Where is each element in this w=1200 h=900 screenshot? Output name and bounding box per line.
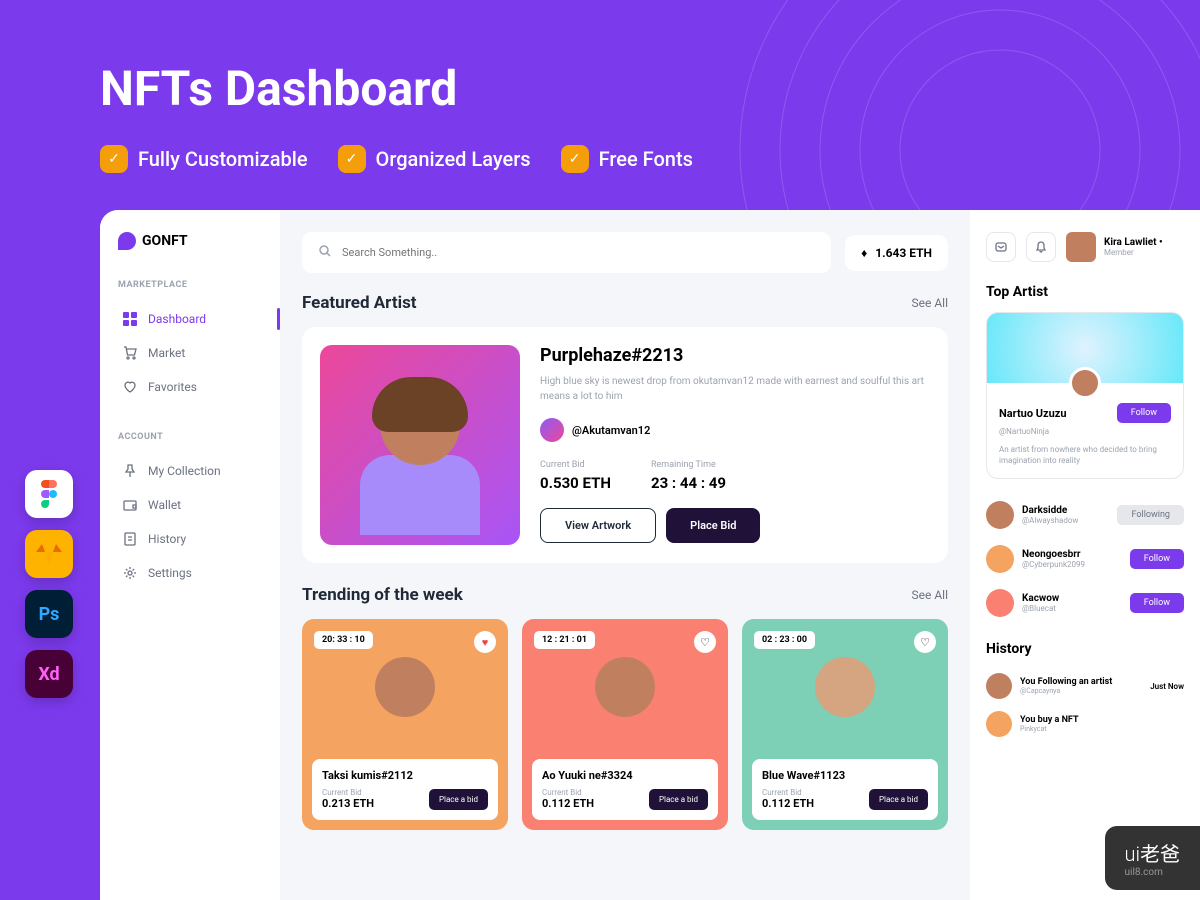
gear-icon [122, 565, 138, 581]
grid-icon [122, 311, 138, 327]
trend-timer: 20: 33 : 10 [314, 631, 373, 649]
figma-icon [25, 470, 73, 518]
user-avatar [1066, 232, 1096, 262]
nav-history[interactable]: History [118, 522, 262, 556]
trending-card[interactable]: 12 : 21 : 01 ♡ Ao Yuuki ne#3324 Current … [522, 619, 728, 830]
nft-description: High blue sky is newest drop from okutam… [540, 374, 930, 404]
top-artist-card[interactable]: Nartuo UzuzuFollow @NartuoNinja An artis… [986, 312, 1184, 479]
sketch-icon [25, 530, 73, 578]
avatar [986, 589, 1014, 617]
featured-card: Purplehaze#2213 High blue sky is newest … [302, 327, 948, 563]
inbox-button[interactable] [986, 232, 1016, 262]
search-box[interactable] [302, 232, 831, 273]
app-icons-column: Ps Xd [25, 470, 73, 698]
eth-balance[interactable]: ♦1.643 ETH [845, 235, 948, 271]
heart-icon [122, 379, 138, 395]
avatar [986, 545, 1014, 573]
sidebar: GONFT MARKETPLACE Dashboard Market Favor… [100, 210, 280, 900]
features-row: ✓Fully Customizable ✓Organized Layers ✓F… [100, 145, 693, 173]
search-input[interactable] [342, 246, 815, 259]
follow-button[interactable]: Follow [1117, 403, 1171, 423]
nav-settings[interactable]: Settings [118, 556, 262, 590]
eth-icon: ♦ [861, 246, 867, 260]
bell-button[interactable] [1026, 232, 1056, 262]
follow-button[interactable]: Follow [1130, 549, 1184, 569]
trending-card[interactable]: 20: 33 : 10 ♥ Taksi kumis#2112 Current B… [302, 619, 508, 830]
trending-card[interactable]: 02 : 23 : 00 ♡ Blue Wave#1123 Current Bi… [742, 619, 948, 830]
xd-icon: Xd [25, 650, 73, 698]
place-bid-small[interactable]: Place a bid [869, 789, 928, 810]
check-icon: ✓ [100, 145, 128, 173]
artist-list-item[interactable]: Kacwow@Bluecat Follow [986, 581, 1184, 625]
cart-icon [122, 345, 138, 361]
top-artist-title: Top Artist [986, 284, 1184, 300]
heart-button[interactable]: ♡ [914, 631, 936, 653]
trend-timer: 02 : 23 : 00 [754, 631, 815, 649]
artist-link[interactable]: @Akutamvan12 [540, 418, 930, 442]
follow-button[interactable]: Follow [1130, 593, 1184, 613]
photoshop-icon: Ps [25, 590, 73, 638]
nav-favorites[interactable]: Favorites [118, 370, 262, 404]
place-bid-button[interactable]: Place Bid [666, 508, 760, 543]
trending-title: Trending of the week [302, 585, 463, 605]
avatar [986, 711, 1012, 737]
nft-title: Purplehaze#2213 [540, 345, 930, 366]
list-icon [122, 531, 138, 547]
nav-wallet[interactable]: Wallet [118, 488, 262, 522]
pin-icon [122, 463, 138, 479]
current-bid: 0.530 ETH [540, 474, 611, 492]
following-button[interactable]: Following [1117, 505, 1184, 525]
nav-dashboard[interactable]: Dashboard [118, 302, 262, 336]
trending-row: 20: 33 : 10 ♥ Taksi kumis#2112 Current B… [302, 619, 948, 830]
see-all-trending[interactable]: See All [912, 588, 949, 602]
right-panel: Kira Lawliet •Member Top Artist Nartuo U… [970, 210, 1200, 900]
artist-list-item[interactable]: Darksidde@Alwayshadow Following [986, 493, 1184, 537]
trend-timer: 12 : 21 : 01 [534, 631, 595, 649]
see-all-featured[interactable]: See All [912, 296, 949, 310]
featured-title: Featured Artist [302, 293, 417, 313]
dashboard-window: GONFT MARKETPLACE Dashboard Market Favor… [100, 210, 1200, 900]
user-menu[interactable]: Kira Lawliet •Member [1066, 232, 1184, 262]
nav-market[interactable]: Market [118, 336, 262, 370]
wallet-icon [122, 497, 138, 513]
check-icon: ✓ [338, 145, 366, 173]
avatar [986, 673, 1012, 699]
history-item[interactable]: You Following an artist@Capcaynya Just N… [986, 667, 1184, 705]
main-content: ♦1.643 ETH Featured Artist See All Purpl… [280, 210, 970, 900]
place-bid-small[interactable]: Place a bid [429, 789, 488, 810]
promo-title: NFTs Dashboard [100, 60, 457, 117]
history-item[interactable]: You buy a NFTPinkycat [986, 705, 1184, 743]
remaining-time: 23 : 44 : 49 [651, 474, 726, 492]
place-bid-small[interactable]: Place a bid [649, 789, 708, 810]
heart-button[interactable]: ♥ [474, 631, 496, 653]
account-label: ACCOUNT [118, 432, 262, 442]
search-icon [318, 243, 332, 262]
artist-list-item[interactable]: Neongoesbrr@Cyberpunk2099 Follow [986, 537, 1184, 581]
watermark: ui老爸 uil8.com [1105, 826, 1200, 890]
artist-avatar [540, 418, 564, 442]
nav-collection[interactable]: My Collection [118, 454, 262, 488]
check-icon: ✓ [561, 145, 589, 173]
featured-image[interactable] [320, 345, 520, 545]
logo[interactable]: GONFT [118, 232, 262, 250]
artist-banner [987, 313, 1183, 383]
marketplace-label: MARKETPLACE [118, 280, 262, 290]
history-title: History [986, 641, 1184, 657]
avatar [986, 501, 1014, 529]
heart-button[interactable]: ♡ [694, 631, 716, 653]
view-artwork-button[interactable]: View Artwork [540, 508, 656, 543]
